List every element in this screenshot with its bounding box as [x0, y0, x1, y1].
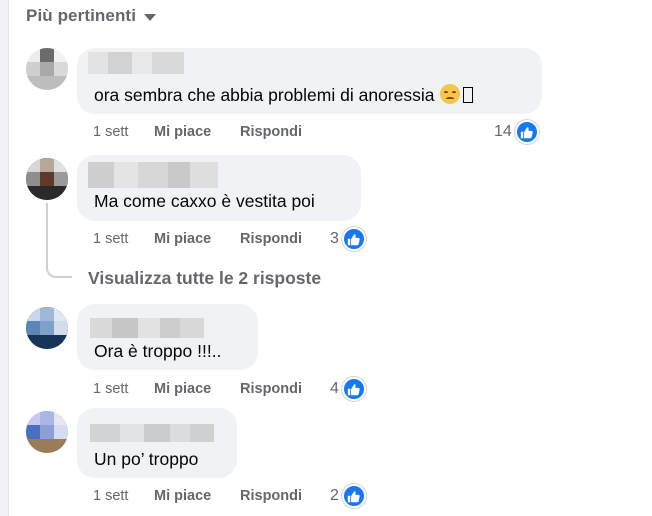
reaction-number: 2 [330, 487, 339, 504]
avatar[interactable] [26, 307, 68, 349]
author-name-redacted[interactable] [88, 162, 218, 188]
comment-text: Ora è troppo !!!.. [94, 341, 222, 361]
view-all-replies-link[interactable]: Visualizza tutte le 2 risposte [88, 268, 321, 289]
author-name-redacted[interactable] [88, 52, 184, 74]
page-edge [0, 0, 9, 516]
reply-button[interactable]: Rispondi [240, 381, 302, 397]
comment-actions: 1 sett Mi piace Rispondi [93, 124, 313, 142]
thumbs-up-icon [514, 120, 539, 144]
timestamp[interactable]: 1 sett [93, 124, 128, 140]
sort-comments-dropdown[interactable]: Più pertinenti [26, 6, 157, 26]
missing-glyph-icon [463, 87, 474, 103]
thumbs-up-icon [341, 484, 366, 508]
avatar[interactable] [26, 158, 68, 200]
reaction-number: 3 [330, 230, 339, 247]
comment-text: Un po’ troppo [94, 449, 199, 469]
thumbs-up-icon [341, 227, 366, 251]
like-button[interactable]: Mi piace [154, 124, 211, 140]
comment-actions: 1 sett Mi piace Rispondi [93, 488, 313, 506]
like-button[interactable]: Mi piace [154, 488, 211, 504]
reaction-number: 4 [330, 380, 339, 397]
comment-actions: 1 sett Mi piace Rispondi [93, 381, 313, 399]
comment-text: Ma come caxxo è vestita poi [94, 191, 315, 211]
comment-actions: 1 sett Mi piace Rispondi [93, 231, 313, 249]
timestamp[interactable]: 1 sett [93, 488, 128, 504]
caret-down-icon [144, 14, 157, 21]
author-name-redacted[interactable] [90, 318, 204, 338]
pensive-face-emoji [440, 84, 461, 104]
reply-button[interactable]: Rispondi [240, 488, 302, 504]
avatar[interactable] [26, 48, 68, 90]
like-button[interactable]: Mi piace [154, 231, 211, 247]
author-name-redacted[interactable] [90, 424, 214, 442]
reaction-count[interactable]: 4 [330, 377, 366, 401]
reply-button[interactable]: Rispondi [240, 231, 302, 247]
avatar[interactable] [26, 411, 68, 453]
reaction-count[interactable]: 2 [330, 484, 366, 508]
sort-label: Più pertinenti [26, 6, 137, 25]
like-button[interactable]: Mi piace [154, 381, 211, 397]
reply-thread-connector [46, 203, 72, 278]
reaction-count[interactable]: 3 [330, 227, 366, 251]
reply-button[interactable]: Rispondi [240, 124, 302, 140]
timestamp[interactable]: 1 sett [93, 381, 128, 397]
reaction-number: 14 [494, 123, 512, 140]
thumbs-up-icon [341, 377, 366, 401]
comment-text: ora sembra che abbia problemi di anoress… [94, 84, 474, 106]
timestamp[interactable]: 1 sett [93, 231, 128, 247]
reaction-count[interactable]: 14 [494, 120, 539, 144]
